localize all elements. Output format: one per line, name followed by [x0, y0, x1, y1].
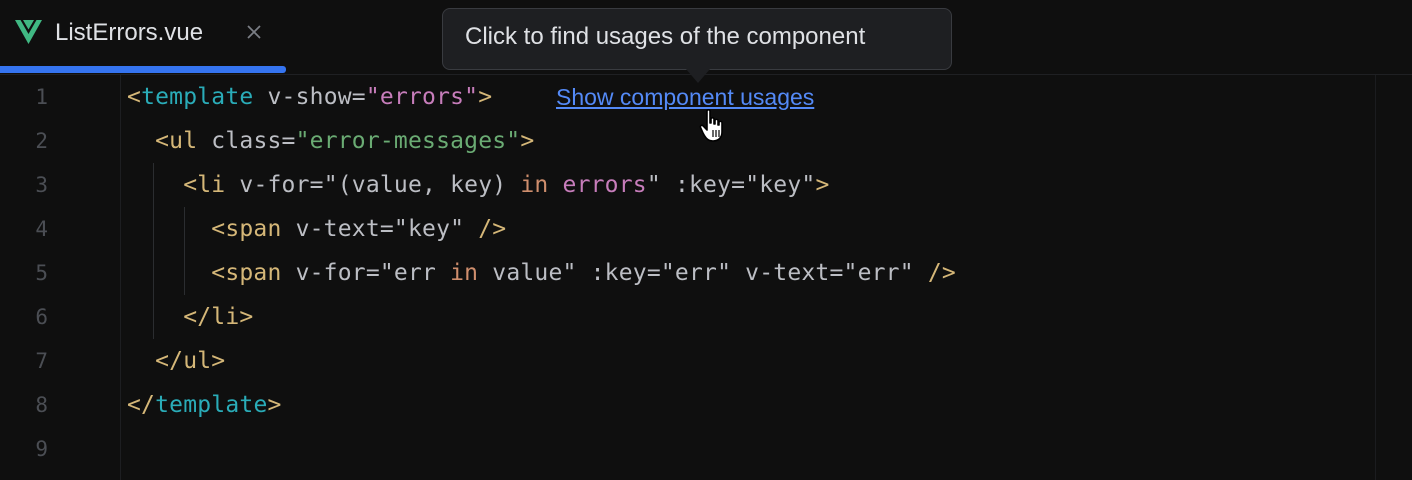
- line-number: 5: [35, 261, 48, 285]
- line-number: 4: [35, 217, 48, 241]
- vue-logo-icon: [15, 20, 42, 44]
- code-token: >: [478, 84, 493, 110]
- tooltip: Click to find usages of the component: [442, 8, 952, 70]
- tooltip-arrow: [686, 69, 710, 83]
- code-token: <span: [127, 260, 282, 286]
- code-token: template: [155, 392, 268, 418]
- line-number: 7: [35, 349, 48, 373]
- tooltip-text: Click to find usages of the component: [465, 23, 866, 50]
- code-token: >: [267, 392, 282, 418]
- code-token: v-for=: [225, 172, 324, 198]
- code-token: in: [520, 172, 549, 198]
- tab-listerrors-vue[interactable]: ListErrors.vue: [0, 0, 286, 74]
- code-token: "key": [393, 216, 465, 242]
- code-token: </ul>: [127, 348, 226, 374]
- line-number: 3: [35, 173, 48, 197]
- code-token: class=: [197, 128, 296, 154]
- code-line: <span v-for="err in value" :key="err" v-…: [127, 251, 956, 295]
- code-token: v-for=: [281, 260, 380, 286]
- gutter-separator: [120, 75, 121, 480]
- code-token: "err: [379, 260, 451, 286]
- code-token: "err": [843, 260, 914, 286]
- code-token: </li>: [127, 304, 254, 330]
- code-token: v-show=: [253, 84, 366, 110]
- code-line: <li v-for="(value, key) in errors" :key=…: [127, 163, 830, 207]
- code-token: <li: [127, 172, 226, 198]
- code-token: >: [815, 172, 830, 198]
- code-token: "(value, key): [323, 172, 521, 198]
- line-number: 6: [35, 305, 48, 329]
- code-token: "errors": [365, 84, 479, 110]
- code-token: in: [450, 260, 479, 286]
- line-number: 2: [35, 129, 48, 153]
- code-token: v-text=: [281, 216, 394, 242]
- code-token: </: [127, 392, 156, 418]
- indent-guide: [184, 207, 185, 295]
- code-line: </template>: [127, 383, 282, 427]
- code-token: ": [646, 172, 661, 198]
- code-line: </li>: [127, 295, 253, 339]
- code-token: <span: [127, 216, 282, 242]
- code-token: <: [127, 84, 142, 110]
- code-token: />: [464, 216, 507, 242]
- code-token: />: [913, 260, 956, 286]
- code-token: <ul: [127, 128, 198, 154]
- line-number: 8: [35, 393, 48, 417]
- code-token: "error-messages": [295, 128, 521, 154]
- code-line: <ul class="error-messages">: [127, 119, 534, 163]
- hand-pointer-cursor-icon: [699, 109, 723, 142]
- line-number: 9: [35, 437, 48, 461]
- right-margin-guide: [1375, 75, 1376, 480]
- code-token: v-text=: [731, 260, 844, 286]
- code-token: :key=: [576, 260, 661, 286]
- line-number: 1: [35, 85, 48, 109]
- show-component-usages-link[interactable]: Show component usages: [556, 84, 814, 111]
- active-tab-indicator: [0, 66, 286, 73]
- code-token: errors: [562, 172, 647, 198]
- code-token: value": [478, 260, 577, 286]
- indent-guide: [153, 163, 154, 339]
- code-line: </ul>: [127, 339, 225, 383]
- code-token: "err": [660, 260, 732, 286]
- code-line: <template v-show="errors">: [127, 75, 492, 119]
- tab-file-name: ListErrors.vue: [55, 19, 204, 46]
- code-token: "key": [745, 172, 816, 198]
- code-token: :key=: [660, 172, 746, 198]
- close-icon[interactable]: [245, 23, 263, 41]
- code-token: >: [520, 128, 535, 154]
- code-token: template: [141, 84, 254, 110]
